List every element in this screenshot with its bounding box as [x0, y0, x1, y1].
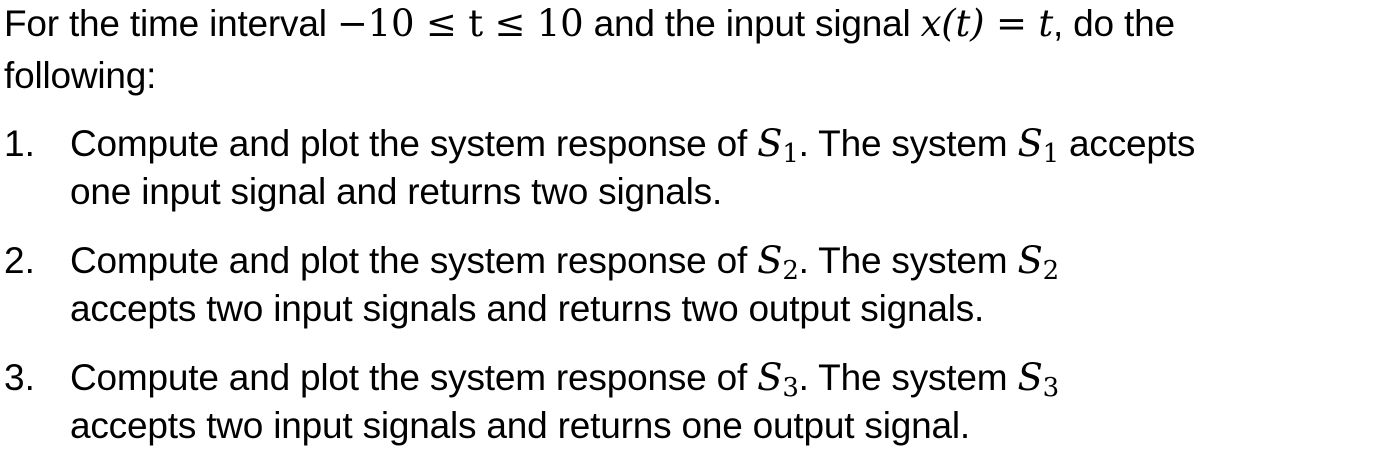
system-symbol: S — [1017, 356, 1043, 399]
list-item-2-line-2: accepts two input signals and returns tw… — [70, 285, 984, 333]
intro-text-c: , do the — [1053, 3, 1175, 44]
list-item-1-line-2: one input signal and returns two signals… — [70, 168, 722, 216]
list-item-number: 1. — [4, 123, 35, 164]
system-symbol: S — [1017, 122, 1043, 165]
math-signal: x(t) = t — [920, 2, 1054, 45]
system-symbol: S — [757, 239, 783, 282]
item-text: accepts two input signals and returns tw… — [70, 288, 985, 329]
system-symbol: S — [1017, 239, 1043, 282]
list-item-3-line-2: accepts two input signals and returns on… — [70, 402, 970, 450]
item-text: Compute and plot the system response of — [70, 357, 758, 398]
system-subscript: 1 — [1042, 139, 1060, 169]
item-text: . The system — [798, 123, 1018, 164]
system-subscript: 2 — [782, 256, 799, 286]
intro-line-2: following: — [4, 52, 156, 100]
system-symbol: S — [757, 122, 783, 165]
system-subscript: 2 — [1042, 256, 1060, 286]
system-subscript: 3 — [782, 373, 799, 403]
system-symbol: S — [757, 356, 783, 399]
item-text: . The system — [798, 357, 1018, 398]
intro-text-b: and the input signal — [583, 3, 921, 44]
item-text: . The system — [798, 240, 1018, 281]
list-item-number: 2. — [4, 240, 35, 281]
item-text: accepts two input signals and returns on… — [70, 405, 970, 446]
item-text: one input signal and returns two signals… — [70, 171, 723, 212]
math-interval: −10 ≤ t ≤ 10 — [336, 2, 584, 45]
list-item-1-line-1: Compute and plot the system response of … — [70, 120, 1195, 168]
system-subscript: 3 — [1042, 373, 1060, 403]
list-item-2-line-1: Compute and plot the system response of … — [70, 237, 1059, 285]
list-item-3-line-1: Compute and plot the system response of … — [70, 354, 1059, 402]
list-item-number: 3. — [4, 357, 35, 398]
item-text: Compute and plot the system response of — [70, 123, 758, 164]
system-subscript: 1 — [782, 139, 799, 169]
item-text: accepts — [1058, 123, 1196, 164]
intro-text-following: following: — [4, 55, 157, 96]
intro-text-a: For the time interval — [4, 3, 337, 44]
item-text: Compute and plot the system response of — [70, 240, 758, 281]
intro-line-1: For the time interval −10 ≤ t ≤ 10 and t… — [4, 0, 1175, 48]
